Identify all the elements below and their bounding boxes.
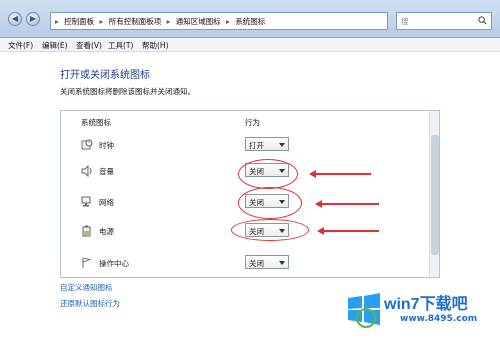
select-value: 打开 (249, 141, 264, 150)
annotation-arrow-volume (309, 170, 371, 178)
breadcrumb: ▸ 控制面板 ▸ 所有控制面板项 ▸ 通知区域图标 ▸ 系统图标 (55, 16, 268, 27)
speaker-icon (81, 165, 92, 177)
row-label: 音量 (99, 167, 114, 176)
clock-icon (81, 139, 93, 150)
annotation-ellipse-network (238, 187, 302, 219)
network-icon (81, 196, 91, 207)
chevron-down-icon (279, 261, 285, 265)
back-button[interactable]: ◀ (8, 12, 22, 26)
behavior-select-action-center[interactable]: 关闭 (245, 255, 289, 269)
breadcrumb-item[interactable]: 控制面板 (64, 17, 94, 26)
header-system-icon: 系统图标 (81, 118, 111, 127)
menu-file[interactable]: 文件(F) (8, 40, 33, 51)
behavior-select-clock[interactable]: 打开 (245, 137, 289, 151)
search-input[interactable]: 搜 (396, 12, 492, 30)
annotation-ellipse-power (231, 219, 309, 241)
page-description: 关闭系统图标将删除该图标并关闭通知。 (60, 87, 195, 96)
search-icon[interactable] (478, 16, 487, 25)
watermark-logo: win7下载吧 www.8495.com (344, 282, 494, 342)
menu-bar: 文件(F) 编辑(E) 查看(V) 工具(T) 帮助(H) (0, 38, 500, 52)
row-label: 网络 (99, 198, 114, 207)
address-input[interactable]: ▸ 控制面板 ▸ 所有控制面板项 ▸ 通知区域图标 ▸ 系统图标 (50, 12, 388, 30)
header-behavior: 行为 (245, 118, 260, 127)
breadcrumb-item[interactable]: 通知区域图标 (176, 17, 221, 26)
page-title: 打开或关闭系统图标 (60, 70, 150, 81)
power-icon (82, 225, 91, 237)
breadcrumb-item[interactable]: 系统图标 (235, 17, 265, 26)
menu-help[interactable]: 帮助(H) (142, 40, 169, 51)
breadcrumb-separator: ▸ (226, 17, 230, 26)
address-bar-row: ◀ ▶ ▸ 控制面板 ▸ 所有控制面板项 ▸ 通知区域图标 ▸ 系统图标 搜 (0, 0, 500, 38)
flag-icon (82, 257, 92, 268)
annotation-ellipse-volume (238, 159, 298, 189)
breadcrumb-item[interactable]: 所有控制面板项 (109, 17, 162, 26)
menu-tools[interactable]: 工具(T) (108, 40, 133, 51)
watermark-brand: win7下载吧 (384, 296, 468, 313)
row-action-center: 操作中心 关闭 (61, 253, 429, 277)
scrollbar-thumb[interactable] (431, 135, 439, 255)
menu-edit[interactable]: 编辑(E) (42, 40, 68, 51)
select-value: 关闭 (249, 259, 264, 268)
forward-button[interactable]: ▶ (26, 12, 40, 26)
row-label: 时钟 (99, 141, 114, 150)
breadcrumb-separator: ▸ (166, 17, 171, 26)
customize-notification-icons-link[interactable]: 自定义通知图标 (60, 282, 113, 293)
breadcrumb-separator: ▸ (99, 17, 104, 26)
row-clock: 时钟 打开 (61, 135, 429, 159)
panel-scrollbar[interactable] (429, 111, 439, 277)
windows-logo-icon (348, 293, 380, 328)
main-content: 打开或关闭系统图标 关闭系统图标将删除该图标并关闭通知。 系统图标 行为 时钟 … (0, 52, 500, 349)
system-icons-panel: 系统图标 行为 时钟 打开 音量 关闭 网络 关闭 电源 关闭 操作中心 关闭 (60, 110, 440, 278)
row-label: 电源 (99, 227, 114, 236)
row-label: 操作中心 (99, 259, 129, 268)
restore-default-icons-link[interactable]: 还原默认图标行为 (60, 298, 120, 309)
annotation-arrow-network (315, 200, 379, 208)
annotation-arrow-power (317, 227, 379, 235)
watermark-url: www.8495.com (400, 314, 478, 324)
menu-view[interactable]: 查看(V) (76, 40, 102, 51)
chevron-down-icon (279, 143, 285, 147)
breadcrumb-separator: ▸ (55, 17, 59, 26)
search-placeholder: 搜 (401, 17, 409, 26)
